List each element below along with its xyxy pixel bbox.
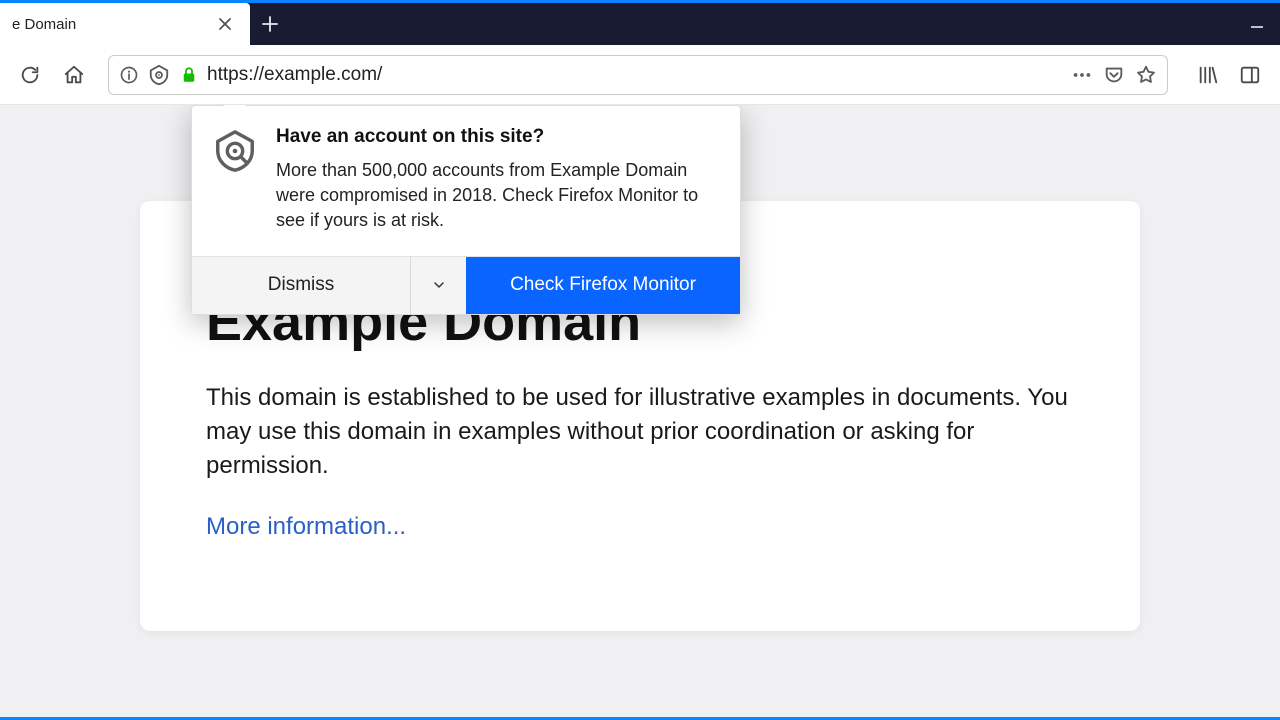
page-actions-button[interactable] bbox=[1069, 62, 1095, 88]
titlebar: e Domain bbox=[0, 3, 1280, 45]
chevron-down-icon bbox=[431, 277, 447, 293]
url-bar[interactable]: https://example.com/ bbox=[108, 55, 1168, 95]
sidebar-button[interactable] bbox=[1232, 57, 1268, 93]
url-text[interactable]: https://example.com/ bbox=[207, 64, 1063, 86]
more-icon bbox=[1071, 64, 1093, 86]
tab-title: e Domain bbox=[12, 16, 214, 33]
reload-button[interactable] bbox=[12, 57, 48, 93]
monitor-icon bbox=[148, 64, 170, 86]
minimize-button[interactable] bbox=[1234, 3, 1280, 45]
monitor-indicator-button[interactable] bbox=[147, 63, 171, 87]
plus-icon bbox=[262, 16, 278, 32]
dismiss-group: Dismiss bbox=[192, 257, 466, 314]
more-info-link[interactable]: More information... bbox=[206, 513, 406, 540]
site-info-button[interactable] bbox=[117, 63, 141, 87]
dismiss-button[interactable]: Dismiss bbox=[192, 257, 410, 314]
popup-buttons: Dismiss Check Firefox Monitor bbox=[192, 256, 740, 314]
browser-tab[interactable]: e Domain bbox=[0, 3, 250, 45]
page-paragraph: This domain is established to be used fo… bbox=[206, 381, 1074, 483]
new-tab-button[interactable] bbox=[250, 3, 290, 45]
check-monitor-button[interactable]: Check Firefox Monitor bbox=[466, 257, 740, 314]
monitor-popup: Have an account on this site? More than … bbox=[191, 105, 741, 315]
monitor-icon bbox=[212, 128, 258, 174]
pocket-icon bbox=[1103, 64, 1125, 86]
window-controls bbox=[1234, 3, 1280, 45]
close-icon bbox=[218, 17, 232, 31]
pocket-button[interactable] bbox=[1101, 62, 1127, 88]
close-tab-button[interactable] bbox=[214, 13, 236, 35]
connection-secure-button[interactable] bbox=[177, 63, 201, 87]
minimize-icon bbox=[1250, 17, 1264, 31]
popup-body: Have an account on this site? More than … bbox=[192, 106, 740, 256]
url-host: example.com/ bbox=[264, 64, 382, 85]
url-protocol: https:// bbox=[207, 64, 264, 85]
navigation-toolbar: https://example.com/ bbox=[0, 45, 1280, 105]
info-icon bbox=[119, 65, 139, 85]
home-icon bbox=[63, 64, 85, 86]
home-button[interactable] bbox=[56, 57, 92, 93]
library-icon bbox=[1197, 64, 1219, 86]
content-area: Example Domain This domain is establishe… bbox=[0, 105, 1280, 720]
popup-message: More than 500,000 accounts from Example … bbox=[276, 158, 716, 234]
bookmark-button[interactable] bbox=[1133, 62, 1159, 88]
library-button[interactable] bbox=[1190, 57, 1226, 93]
sidebar-icon bbox=[1239, 64, 1261, 86]
lock-icon bbox=[180, 66, 198, 84]
popup-title: Have an account on this site? bbox=[276, 126, 716, 148]
toolbar-right bbox=[1190, 57, 1268, 93]
reload-icon bbox=[19, 64, 41, 86]
dismiss-options-button[interactable] bbox=[410, 257, 466, 314]
star-icon bbox=[1135, 64, 1157, 86]
popup-text: Have an account on this site? More than … bbox=[276, 126, 716, 234]
